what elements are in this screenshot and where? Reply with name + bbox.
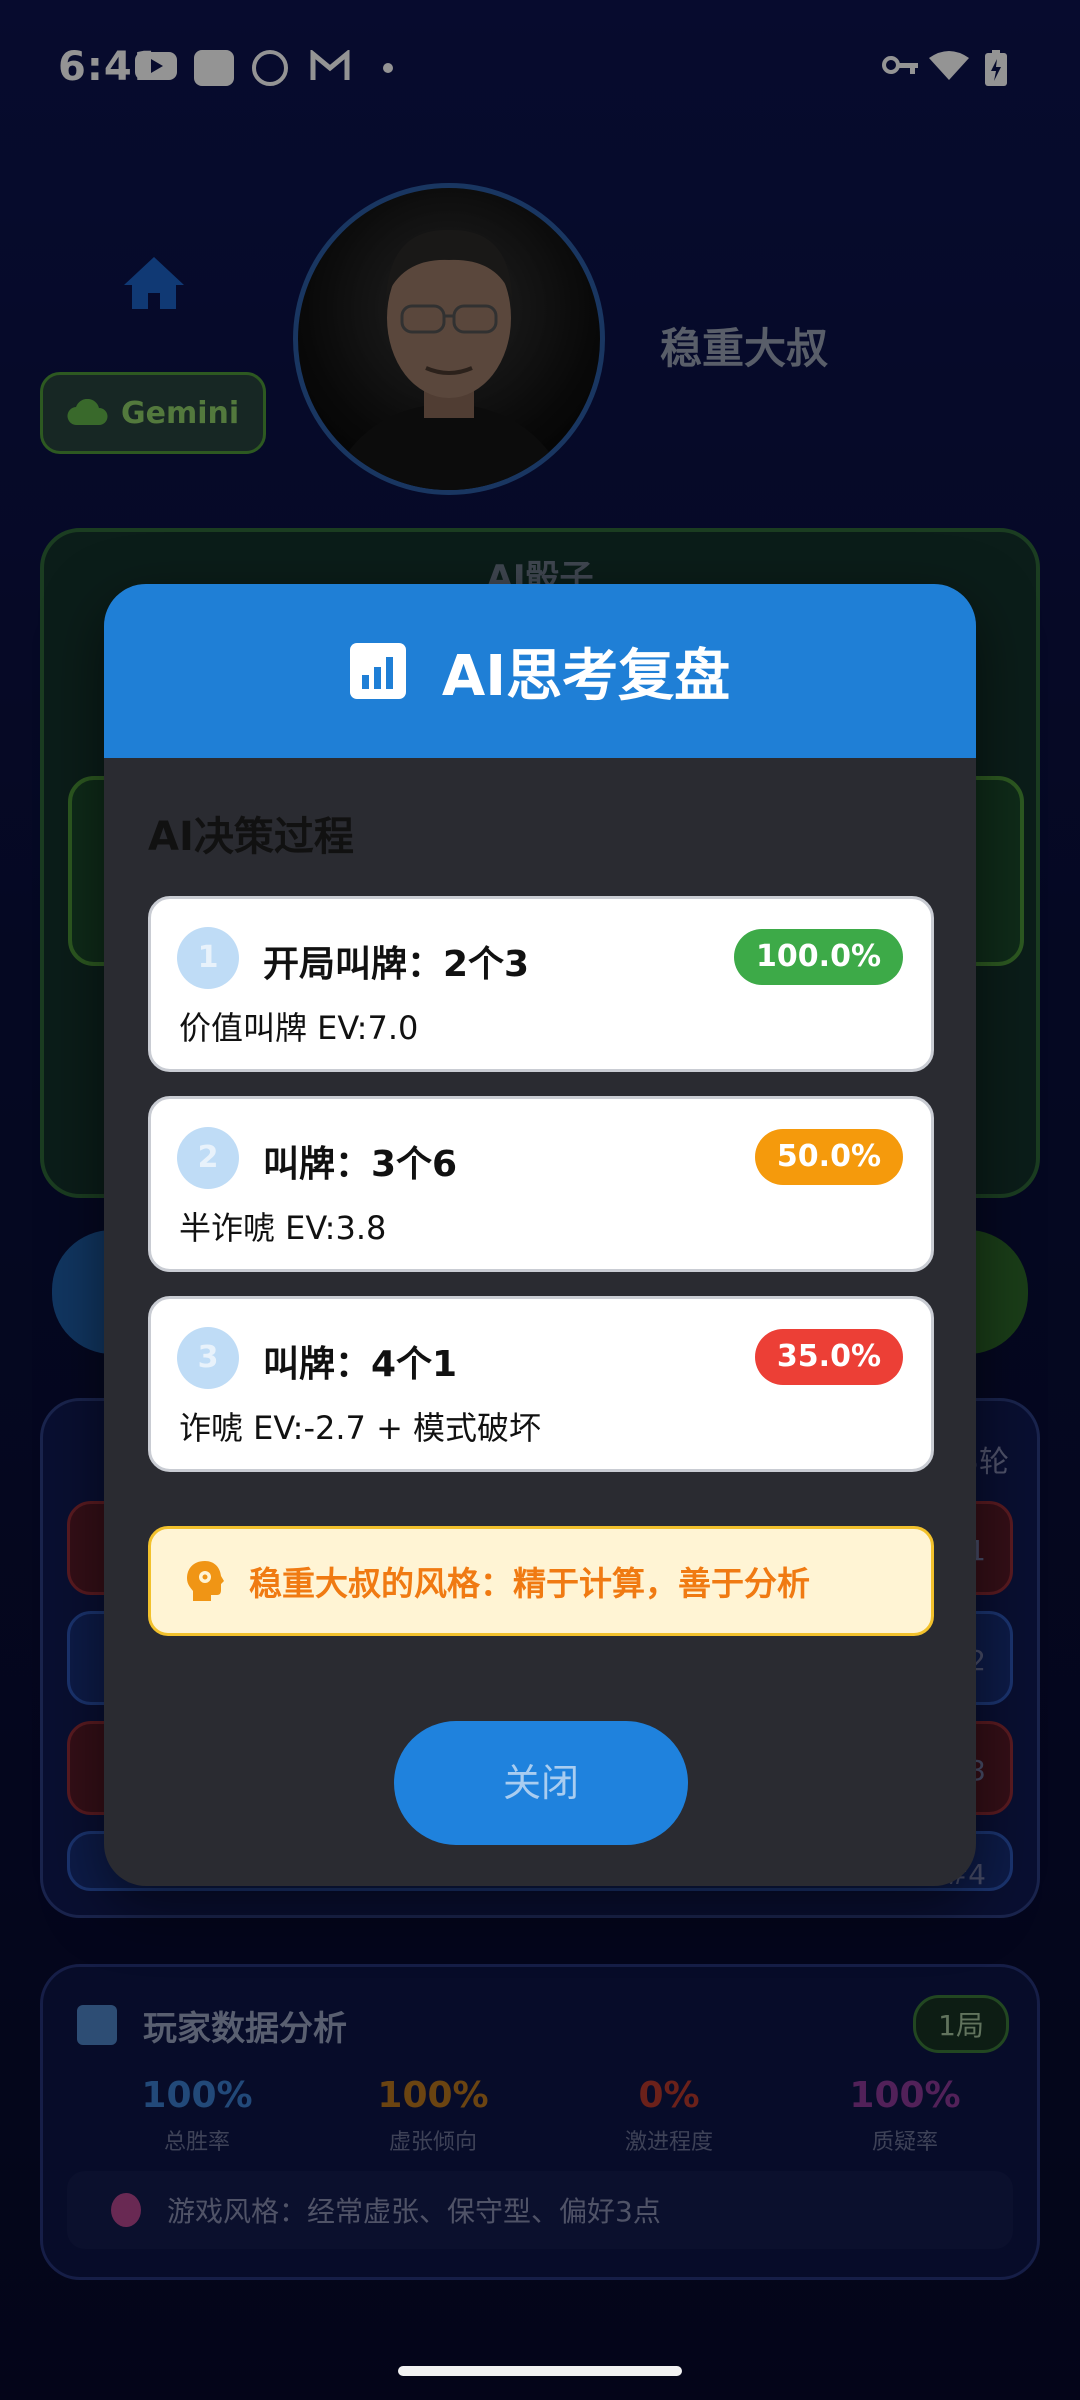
style-tip-text: 稳重大叔的风格：精于计算，善于分析 — [249, 1564, 810, 1603]
step-number: 1 — [177, 927, 239, 989]
step-number: 2 — [177, 1127, 239, 1189]
step-label: 叫牌：3个6 — [263, 1144, 458, 1185]
confidence-badge: 50.0% — [754, 1129, 903, 1185]
step-label: 叫牌：4个1 — [263, 1344, 458, 1385]
decision-step: 3 叫牌：4个1 35.0% 诈唬 EV:-2.7 + 模式破坏 — [148, 1296, 934, 1472]
style-tip: 稳重大叔的风格：精于计算，善于分析 — [148, 1526, 934, 1636]
step-detail: 诈唬 EV:-2.7 + 模式破坏 — [179, 1409, 542, 1447]
decision-step: 2 叫牌：3个6 50.0% 半诈唬 EV:3.8 — [148, 1096, 934, 1272]
gesture-nav-handle[interactable] — [398, 2366, 682, 2376]
decision-step: 1 开局叫牌：2个3 100.0% 价值叫牌 EV:7.0 — [148, 896, 934, 1072]
step-label: 开局叫牌：2个3 — [263, 944, 530, 985]
dialog-title: AI思考复盘 — [441, 643, 731, 709]
psychology-icon — [187, 1561, 224, 1601]
section-title: AI决策过程 — [148, 814, 354, 860]
confidence-badge: 100.0% — [734, 929, 903, 985]
bar-chart-icon — [349, 643, 406, 699]
confidence-badge: 35.0% — [754, 1329, 903, 1385]
step-number: 3 — [177, 1327, 239, 1389]
step-detail: 价值叫牌 EV:7.0 — [179, 1009, 419, 1047]
dialog-header: AI思考复盘 — [104, 584, 976, 758]
close-button[interactable]: 关闭 — [394, 1721, 688, 1845]
step-detail: 半诈唬 EV:3.8 — [179, 1209, 387, 1247]
ai-review-dialog: AI思考复盘 AI决策过程 1 开局叫牌：2个3 100.0% 价值叫牌 EV:… — [104, 584, 976, 1886]
